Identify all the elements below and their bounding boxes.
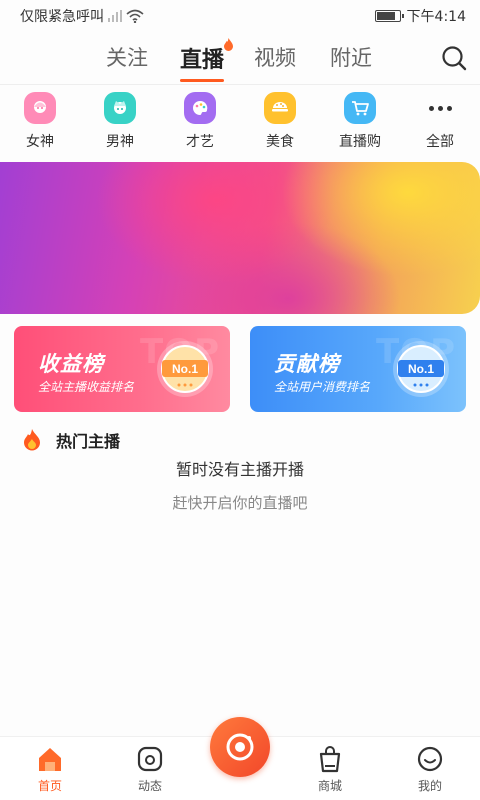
tab-live-label: 直播: [180, 48, 225, 73]
header-divider: [0, 84, 480, 85]
status-left: 仅限紧急呼叫: [20, 6, 144, 26]
home-icon: [39, 748, 61, 771]
category-label: 直播购: [339, 134, 381, 150]
hot-anchors-header: 热门主播: [22, 428, 120, 452]
start-live-button[interactable]: [210, 717, 270, 777]
flame-badge-icon: [224, 38, 234, 51]
active-tab-indicator: [180, 79, 225, 82]
no1-medal-icon: No.1: [393, 341, 449, 397]
status-right: 下午4:14: [374, 6, 466, 26]
category-row: 女神 男神 才艺 美食 直播购 全部: [0, 92, 480, 154]
rank-subtitle: 全站用户消费排名: [274, 380, 371, 394]
tab-nearby[interactable]: 附近: [330, 42, 372, 72]
category-goddess[interactable]: 女神: [4, 92, 76, 151]
nav-label: 首页: [37, 779, 62, 793]
god-icon: [104, 92, 136, 124]
empty-state-secondary: 赶快开启你的直播吧: [172, 494, 308, 512]
food-icon: [264, 92, 296, 124]
top-tabs: 关注 直播 视频 附近: [0, 36, 480, 82]
category-label: 全部: [426, 134, 454, 150]
nav-moments[interactable]: 动态: [110, 745, 190, 794]
shop-bag-icon: [319, 746, 341, 773]
category-live-shop[interactable]: 直播购: [324, 92, 396, 151]
nav-label: 动态: [137, 779, 162, 793]
medal-badge-text: No.1: [408, 362, 434, 376]
rank-title: 贡献榜: [274, 352, 340, 376]
status-time: 下午4:14: [406, 9, 466, 25]
search-icon[interactable]: [440, 44, 468, 72]
nav-profile[interactable]: 我的: [390, 745, 470, 794]
nav-label: 我的: [417, 779, 442, 793]
category-label: 才艺: [186, 134, 214, 150]
category-all[interactable]: 全部: [404, 92, 476, 151]
contribution-rank-card[interactable]: TOP 贡献榜 全站用户消费排名 No.1: [250, 326, 466, 412]
nav-home[interactable]: 首页: [10, 745, 90, 794]
category-food[interactable]: 美食: [244, 92, 316, 151]
profile-icon: [417, 746, 443, 772]
no1-medal-icon: No.1: [157, 341, 213, 397]
camera-icon: [226, 733, 254, 761]
promo-banner[interactable]: [0, 162, 480, 314]
goddess-icon: [24, 92, 56, 124]
cart-icon: [344, 92, 376, 124]
moments-icon: [137, 746, 163, 772]
tab-video[interactable]: 视频: [254, 42, 296, 72]
status-bar: 仅限紧急呼叫 下午4:14: [0, 0, 480, 32]
nav-shop[interactable]: 商城: [290, 745, 370, 794]
empty-state-primary: 暂时没有主播开播: [175, 460, 304, 479]
fire-icon: [24, 429, 40, 451]
rank-subtitle: 全站主播收益排名: [38, 380, 135, 394]
hot-anchors-title: 热门主播: [56, 432, 121, 451]
category-label: 女神: [26, 134, 54, 150]
medal-badge-text: No.1: [172, 362, 198, 376]
category-talent[interactable]: 才艺: [164, 92, 236, 151]
battery-icon: [374, 10, 404, 22]
tab-live[interactable]: 直播: [180, 38, 234, 82]
wifi-icon: [126, 9, 144, 23]
rank-title: 收益榜: [38, 352, 104, 376]
category-label: 美食: [266, 134, 294, 150]
income-rank-card[interactable]: TOP 收益榜 全站主播收益排名 No.1: [14, 326, 230, 412]
signal-icon: [108, 10, 122, 22]
nav-label: 商城: [317, 779, 342, 793]
carrier-text: 仅限紧急呼叫: [20, 9, 104, 25]
category-label: 男神: [106, 134, 134, 150]
category-god[interactable]: 男神: [84, 92, 156, 151]
bottom-nav: 首页 动态 商城 我的: [0, 717, 480, 800]
tab-follow[interactable]: 关注: [106, 42, 148, 72]
more-dots-icon: [424, 92, 456, 124]
palette-icon: [184, 92, 216, 124]
